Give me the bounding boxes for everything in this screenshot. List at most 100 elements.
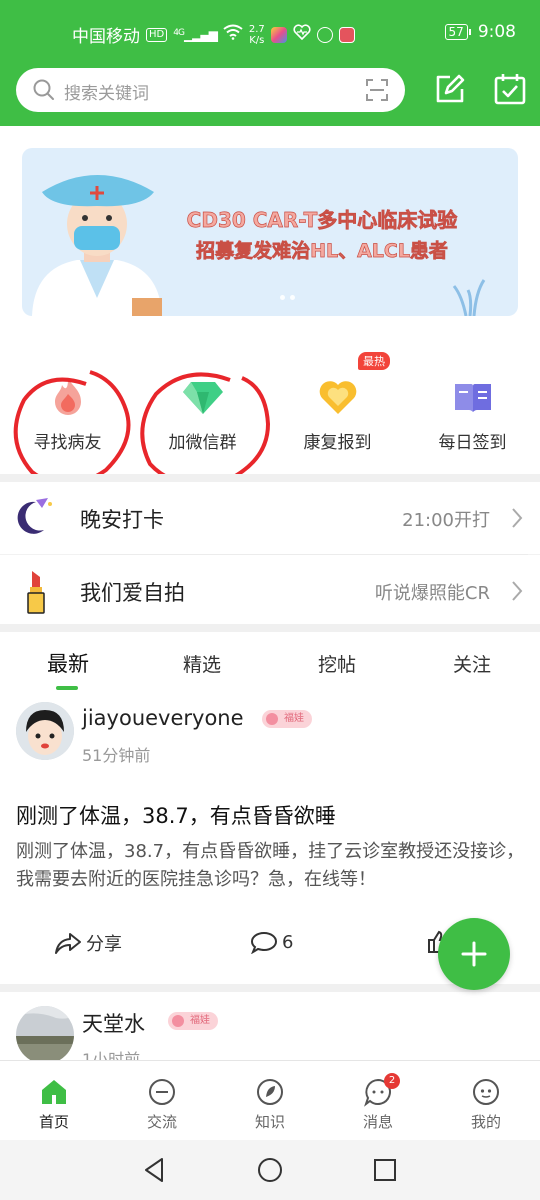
post-title[interactable]: 刚测了体温，38.7，有点昏昏欲睡 xyxy=(16,800,336,830)
unread-badge: 2 xyxy=(384,1073,400,1089)
nav-messages[interactable]: 2 消息 xyxy=(324,1061,432,1140)
nav-label: 消息 xyxy=(362,1113,393,1131)
clock: 9:08 xyxy=(477,22,516,42)
nav-label: 交流 xyxy=(146,1113,177,1131)
nav-label: 我的 xyxy=(470,1113,501,1131)
quick-label: 每日签到 xyxy=(438,433,507,453)
promo-banner[interactable]: CD30 CAR-T多中心临床试验 招募复发难治HL、ALCL患者 xyxy=(22,148,518,316)
scan-icon[interactable] xyxy=(365,78,389,106)
heart-icon xyxy=(319,381,356,414)
edit-icon xyxy=(436,74,465,103)
net-speed: 2.7 K/s xyxy=(249,24,265,46)
net-speed-value: 2.7 xyxy=(248,23,265,35)
chevron-right-icon xyxy=(512,508,523,528)
profile-icon xyxy=(473,1079,499,1105)
tab-dig[interactable]: 挖帖 xyxy=(287,650,387,677)
doctor-illustration xyxy=(32,175,162,316)
avatar[interactable] xyxy=(16,1006,74,1060)
row-subtitle: 听说爆照能CR xyxy=(374,583,490,604)
chevron-right-icon xyxy=(512,581,523,601)
nav-exchange[interactable]: 交流 xyxy=(108,1061,216,1140)
row-title: 我们爱自拍 xyxy=(80,581,185,605)
wifi-icon xyxy=(223,24,243,45)
share-label: 分享 xyxy=(86,934,122,955)
hd-badge: HD xyxy=(146,27,168,42)
quick-wechat-group[interactable]: 加微信群 xyxy=(135,366,270,474)
carousel-indicator xyxy=(280,295,295,300)
avatar[interactable] xyxy=(16,702,74,760)
section-divider xyxy=(0,624,540,632)
nav-knowledge[interactable]: 知识 xyxy=(216,1061,324,1140)
app-notification-icon xyxy=(270,26,287,43)
nav-home[interactable]: 首页 xyxy=(0,1061,108,1140)
plus-icon xyxy=(461,941,487,967)
bottom-nav: 首页 交流 知识 2 消息 我的 xyxy=(0,1060,540,1140)
knowledge-icon xyxy=(257,1079,283,1105)
network-type: 4G xyxy=(173,27,185,38)
top-card: CD30 CAR-T多中心临床试验 招募复发难治HL、ALCL患者 寻找病友 加… xyxy=(0,126,540,487)
post-time: 1小时前 xyxy=(82,1050,141,1060)
search-icon xyxy=(32,78,56,106)
create-post-button[interactable] xyxy=(438,918,510,990)
post-author[interactable]: 天堂水 xyxy=(82,1008,145,1038)
share-icon xyxy=(55,933,81,954)
quick-actions: 寻找病友 加微信群 康复报到 每日签到 最热 xyxy=(0,352,540,474)
search-bar[interactable]: 搜索关键词 xyxy=(16,68,405,112)
diamond-icon xyxy=(182,382,223,414)
row-subtitle: 21:00开打 xyxy=(402,510,490,531)
moon-icon xyxy=(17,498,52,534)
status-bar: 中国移动 HD 4G▁▂▄▆ 2.7 K/s 57 9:08 xyxy=(0,0,540,64)
tab-indicator xyxy=(56,686,78,690)
plant-decoration xyxy=(452,279,486,316)
tab-following[interactable]: 关注 xyxy=(422,650,522,677)
row-goodnight-checkin[interactable]: 晚安打卡 21:00开打 xyxy=(0,482,540,554)
user-tag: 福娃 xyxy=(168,1012,218,1030)
post-time: 51分钟前 xyxy=(82,746,151,765)
tab-featured[interactable]: 精选 xyxy=(152,650,252,677)
back-icon[interactable] xyxy=(140,1155,170,1185)
row-selfie[interactable]: 我们爱自拍 听说爆照能CR xyxy=(0,555,540,627)
compose-button[interactable] xyxy=(432,72,468,108)
feed-tabs: 最新 精选 挖帖 关注 xyxy=(0,632,540,694)
health-icon xyxy=(293,24,311,45)
search-placeholder: 搜索关键词 xyxy=(64,84,149,104)
post-body[interactable]: 刚测了体温，38.7，有点昏昏欲睡，挂了云诊室教授还没接诊，我需要去附近的医院挂… xyxy=(16,838,526,894)
net-speed-unit: K/s xyxy=(249,34,265,46)
chat-circle-icon xyxy=(149,1079,175,1105)
section-divider xyxy=(0,474,540,482)
book-icon xyxy=(454,384,491,412)
row-title: 晚安打卡 xyxy=(80,508,164,532)
hand-icon xyxy=(316,26,333,43)
home-circle-icon[interactable] xyxy=(255,1155,285,1185)
quick-label: 康复报到 xyxy=(303,433,372,453)
calendar-check-icon xyxy=(494,74,526,105)
quick-label: 加微信群 xyxy=(168,433,237,453)
quick-recovery-checkin[interactable]: 康复报到 xyxy=(270,366,405,474)
post-card[interactable]: 天堂水 福娃 1小时前 xyxy=(0,992,540,1060)
lipstick-icon xyxy=(27,571,45,614)
quick-find-patients[interactable]: 寻找病友 xyxy=(0,366,135,474)
quick-daily-signin[interactable]: 每日签到 xyxy=(405,366,540,474)
banner-subtitle: 招募复发难治HL、ALCL患者 xyxy=(196,240,449,263)
comment-count: 6 xyxy=(282,931,294,953)
nav-label: 首页 xyxy=(38,1113,69,1131)
recents-icon[interactable] xyxy=(370,1155,400,1185)
nav-label: 知识 xyxy=(254,1113,285,1131)
checkin-button[interactable] xyxy=(493,72,529,108)
post-author[interactable]: jiayoueveryone xyxy=(82,706,244,730)
quick-label: 寻找病友 xyxy=(33,433,102,453)
battery-indicator: 57 xyxy=(444,24,472,40)
comment-icon xyxy=(250,931,278,954)
nav-profile[interactable]: 我的 xyxy=(432,1061,540,1140)
hot-badge: 最热 xyxy=(358,352,390,370)
tab-latest[interactable]: 最新 xyxy=(18,648,118,678)
home-icon xyxy=(42,1080,66,1104)
share-button[interactable]: 分享 xyxy=(54,930,122,956)
book-notification-icon xyxy=(338,26,355,43)
carrier-name: 中国移动 xyxy=(72,27,140,47)
comment-button[interactable]: 6 xyxy=(250,930,293,954)
flame-icon xyxy=(54,379,81,415)
signal-icon: 4G▁▂▄▆ xyxy=(173,27,218,42)
user-tag: 福娃 xyxy=(262,710,312,728)
banner-title: CD30 CAR-T多中心临床试验 xyxy=(186,208,458,233)
